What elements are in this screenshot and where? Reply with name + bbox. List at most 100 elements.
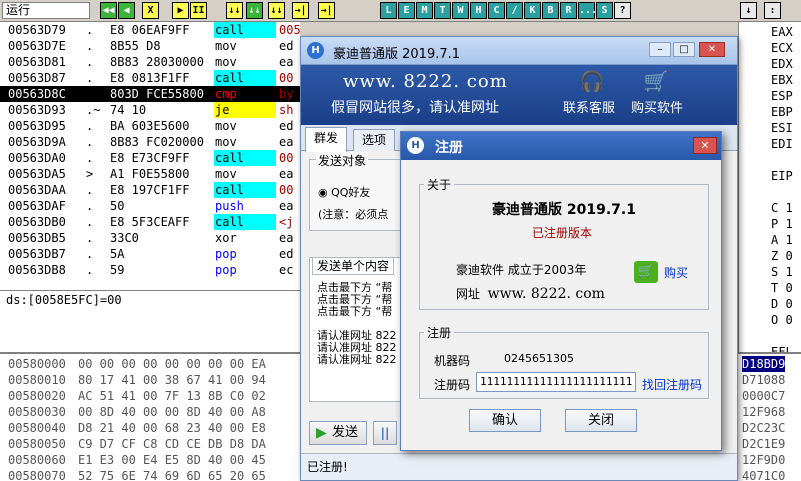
disasm-row[interactable]: 00563DAA. E8 197CF1FF call 00	[0, 182, 300, 198]
toolbar-button[interactable]: L	[380, 2, 397, 19]
confirm-button[interactable]: 确认	[469, 409, 541, 432]
banner: www. 8222. com 假冒网站很多，请认准网址 🎧 🛒 联系客服 购买软…	[301, 65, 737, 125]
disasm-row[interactable]: 00563DA0. E8 E73CF9FF call 00	[0, 150, 300, 166]
disasm-mark: .	[86, 215, 94, 229]
disasm-hex: E8 E73CF9FF	[110, 151, 190, 165]
disasm-mn: je	[214, 102, 276, 118]
disasm-row[interactable]: 00563DAF. 50 push ea	[0, 198, 300, 214]
tab-mass-send[interactable]: 群发	[305, 127, 348, 152]
debugger-window: 运行 ◀◀ ◀ X ▶ II ↓↓ ↓↓ ↓↓ →| →| L E M T W H C / K B R... S? ↓: 0…	[0, 0, 801, 481]
dump-addr: 00580020	[8, 389, 66, 403]
cart-icon: 🛒	[643, 69, 669, 93]
register-label: ESP	[771, 89, 793, 103]
send-button[interactable]: ▶ 发送	[309, 421, 367, 445]
disasm-hex: E8 5F3CEAFF	[110, 215, 190, 229]
toolbar-button[interactable]: ↓↓	[246, 2, 263, 19]
minimize-button[interactable]: –	[649, 42, 671, 57]
registers-pane[interactable]: EAX ECX EDX EBX ESP EBP ESI EDI EIP C 1 P 1 A 1 Z 0 S…	[738, 22, 801, 357]
toolbar-button[interactable]: R	[560, 2, 577, 19]
disasm-addr: 00563DB8	[8, 263, 66, 277]
toolbar-button[interactable]: X	[142, 2, 159, 19]
disasm-addr: 00563D87	[8, 71, 66, 85]
disasm-op: 00	[279, 71, 294, 85]
toolbar-button[interactable]: /	[506, 2, 523, 19]
buy-link[interactable]: 购买	[664, 264, 688, 281]
disasm-op: ed	[279, 247, 294, 261]
dump-hex: 00 8D 40 00 00 8D 40 00 A8	[78, 405, 266, 419]
disasm-mark: .	[86, 119, 94, 133]
disasm-mn: cmp	[215, 87, 237, 101]
dump-hex: C9 D7 CF C8 CD CE DB D8 DA	[78, 437, 266, 451]
toolbar-button[interactable]: T	[434, 2, 451, 19]
register-code-input[interactable]: 11111111111111111111111	[476, 372, 636, 392]
disasm-row[interactable]: 00563DB7. 5A pop ed	[0, 246, 300, 262]
toolbar-button[interactable]: ?	[614, 2, 631, 19]
recover-code-link[interactable]: 找回注册码	[642, 376, 702, 393]
toolbar-button[interactable]: ↓↓	[226, 2, 243, 19]
pause-button[interactable]: ||	[373, 421, 397, 445]
disasm-row[interactable]: 00563D79. E8 06EAF9FF call00502784	[0, 22, 300, 38]
toolbar-button[interactable]: ◀	[118, 2, 135, 19]
disasm-row[interactable]: 00563D93 .~ 74 10 je sh	[0, 102, 300, 118]
disasm-mn: call	[214, 22, 276, 38]
disasm-addr: 00563D81	[8, 55, 66, 69]
toolbar-button[interactable]: ↓	[740, 2, 757, 19]
disassembly-pane[interactable]: 00563D79.E8 06EAF9FFcall0050278400563D7E…	[0, 22, 300, 290]
app-title-bar[interactable]: H 豪迪普通版 2019.7.1 – □ ✕	[301, 37, 737, 65]
dump-hex: 52 75 6E 74 69 6D 65 20 65	[78, 469, 266, 481]
disasm-row[interactable]: 00563DB0. E8 5F3CEAFF call <j	[0, 214, 300, 230]
disasm-row[interactable]: 00563D95. BA 603E5600 mov ed	[0, 118, 300, 134]
disasm-row[interactable]: 00563D81. 8B83 28030000 mov ea	[0, 54, 300, 70]
cart-icon[interactable]: 🛒	[634, 261, 658, 283]
disasm-row[interactable]: 00563D87. E8 0813F1FF call 00	[0, 70, 300, 86]
toolbar-button[interactable]: II	[190, 2, 207, 19]
dialog-title-bar[interactable]: H 注册 ✕	[401, 132, 721, 160]
disasm-row[interactable]: 00563DB8. 59 pop ec	[0, 262, 300, 278]
disasm-row[interactable]: 00563D8C 803D FCE55800 cmp by	[0, 86, 300, 102]
close-button[interactable]: ✕	[699, 42, 725, 57]
disasm-row[interactable]: 00563D9A. 8B83 FC020000 mov ea	[0, 134, 300, 150]
tab-single-content[interactable]: 发送单个内容	[312, 257, 395, 275]
register-label: ECX	[771, 41, 793, 55]
dialog-logo-icon: H	[407, 137, 424, 154]
disasm-hex: A1 F0E55800	[110, 167, 190, 181]
dump-tail: 0000C7	[742, 389, 786, 403]
qq-friend-radio[interactable]: ◉ QQ好友	[318, 184, 370, 200]
dialog-close-button[interactable]: ✕	[693, 137, 717, 154]
disasm-op: sh	[279, 103, 294, 117]
disasm-mark: >	[86, 167, 94, 181]
disasm-mn: mov	[215, 167, 237, 181]
disasm-addr: 00563D9A	[8, 135, 66, 149]
disasm-hex: E8 06EAF9FF	[110, 23, 190, 37]
disasm-row[interactable]: 00563D7E. 8B55 D8 mov ed	[0, 38, 300, 54]
toolbar-button[interactable]: E	[398, 2, 415, 19]
toolbar-button[interactable]: ...	[578, 2, 597, 19]
disasm-op: ed	[279, 119, 294, 133]
toolbar-button[interactable]: W	[452, 2, 469, 19]
register-label: S 1	[771, 265, 793, 279]
toolbar-button[interactable]: S	[596, 2, 613, 19]
buy-software-link[interactable]: 购买软件	[631, 97, 683, 116]
toolbar-button[interactable]: :	[764, 2, 781, 19]
register-label: T 0	[771, 281, 793, 295]
disasm-hex: E8 197CF1FF	[110, 183, 190, 197]
disasm-row[interactable]: 00563DA5 > A1 F0E55800 mov ea	[0, 166, 300, 182]
maximize-button[interactable]: □	[673, 42, 695, 57]
contact-service-link[interactable]: 联系客服	[563, 97, 615, 116]
toolbar-button[interactable]: ↓↓	[268, 2, 285, 19]
toolbar-button[interactable]: →|	[318, 2, 335, 19]
register-label: 注册	[424, 324, 455, 341]
about-label: 关于	[424, 176, 455, 193]
toolbar-button[interactable]: →|	[292, 2, 309, 19]
tab-options[interactable]: 选项	[353, 129, 396, 151]
toolbar-button[interactable]: ▶	[172, 2, 189, 19]
close-dialog-button[interactable]: 关闭	[565, 409, 637, 432]
disasm-op: by	[279, 87, 294, 101]
toolbar-button[interactable]: ◀◀	[100, 2, 117, 19]
toolbar-button[interactable]: M	[416, 2, 433, 19]
toolbar-button[interactable]: K	[524, 2, 541, 19]
toolbar-button[interactable]: C	[488, 2, 505, 19]
disasm-row[interactable]: 00563DB5. 33C0 xor ea	[0, 230, 300, 246]
toolbar-button[interactable]: B	[542, 2, 559, 19]
toolbar-button[interactable]: H	[470, 2, 487, 19]
